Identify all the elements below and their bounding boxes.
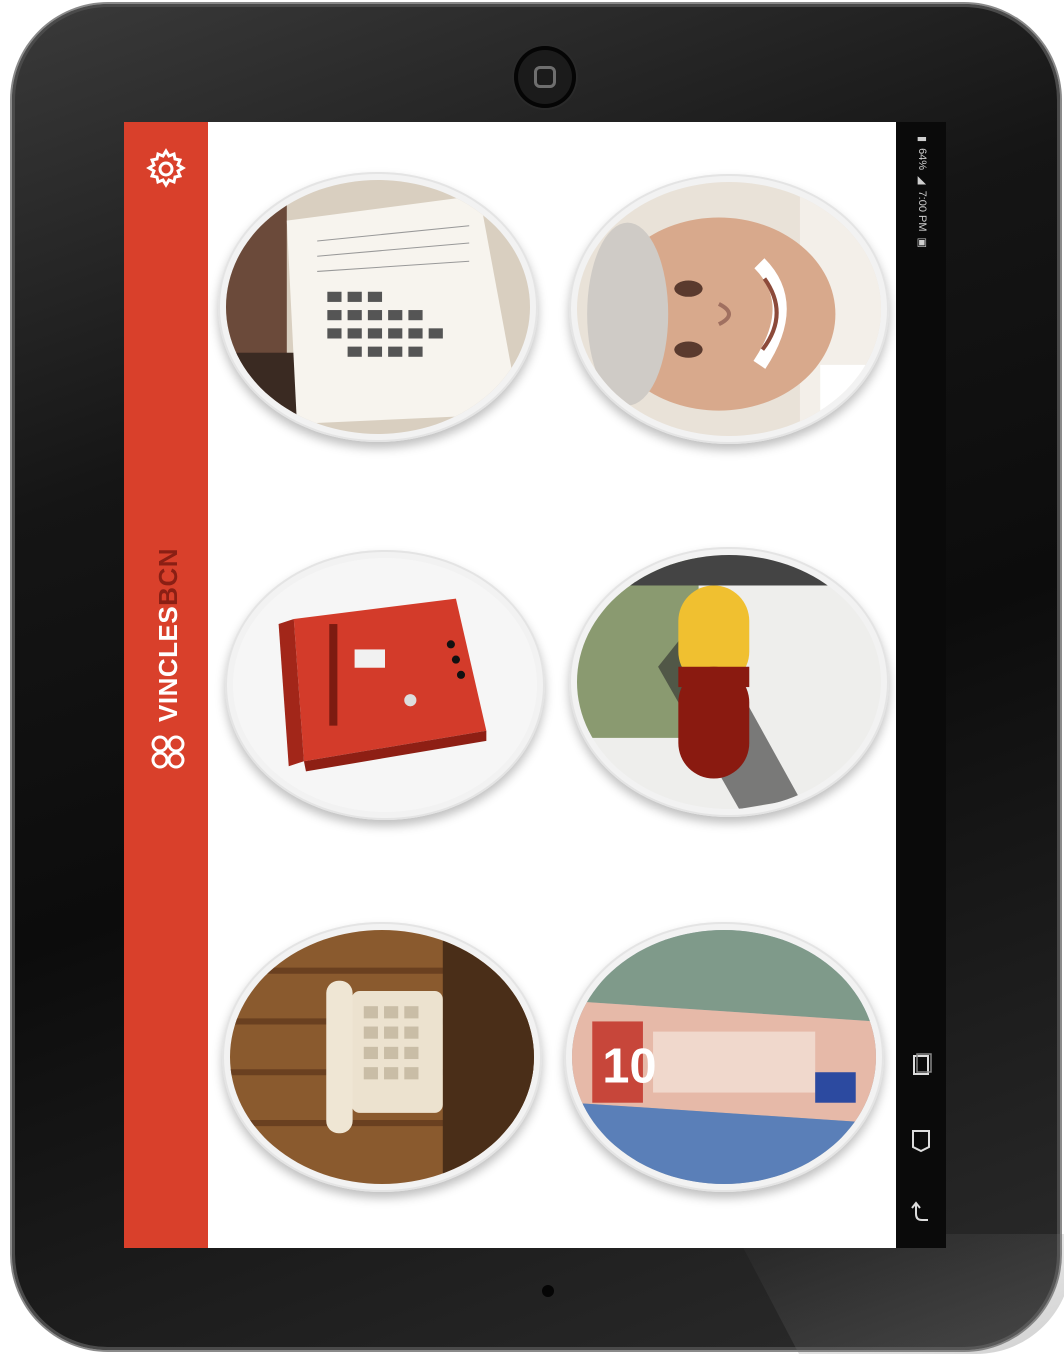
tablet-reflection [736, 1234, 1064, 1354]
tile-mailbox[interactable] [225, 550, 545, 820]
home-sensor [542, 1285, 554, 1297]
vincles-logo-icon [151, 735, 185, 769]
banknote-denomination: 10 [602, 1039, 656, 1093]
battery-icon: ▮ [916, 136, 928, 143]
tile-phone[interactable] [222, 922, 542, 1192]
brand-suffix: BCN [152, 547, 183, 606]
tile-money[interactable]: 10 [564, 922, 884, 1192]
status-time: 7:00 PM [916, 190, 929, 232]
capsule-pill-photo [577, 555, 881, 809]
home-icon[interactable] [908, 1127, 934, 1153]
telephone-photo [230, 930, 534, 1184]
system-bar: ▮ 64% ◢ 7:00 PM ▣ [896, 122, 946, 1248]
tile-medication[interactable] [569, 547, 889, 817]
tablet-screen: VINCLES BCN 10 ▮ 64% ◢ 7:00 PM ▣ [124, 122, 946, 1248]
brand-name: VINCLES [152, 605, 183, 722]
elderly-man-photo [577, 182, 881, 436]
red-mailbox-photo [233, 558, 537, 812]
sidebar: VINCLES BCN [124, 122, 208, 1248]
signal-icon: ◢ [916, 176, 928, 185]
calendar-photo [226, 180, 530, 434]
recent-apps-icon[interactable] [908, 1052, 934, 1078]
camera-lens-icon [534, 66, 556, 88]
back-icon[interactable] [908, 1200, 934, 1226]
gear-icon[interactable] [144, 147, 188, 191]
euro-banknotes-photo: 10 [572, 930, 876, 1184]
front-camera [514, 46, 576, 108]
tile-contacts[interactable] [569, 174, 889, 444]
tile-calendar[interactable] [218, 172, 538, 442]
battery-level: 64% [916, 148, 929, 171]
notification-icon: ▣ [916, 237, 928, 248]
